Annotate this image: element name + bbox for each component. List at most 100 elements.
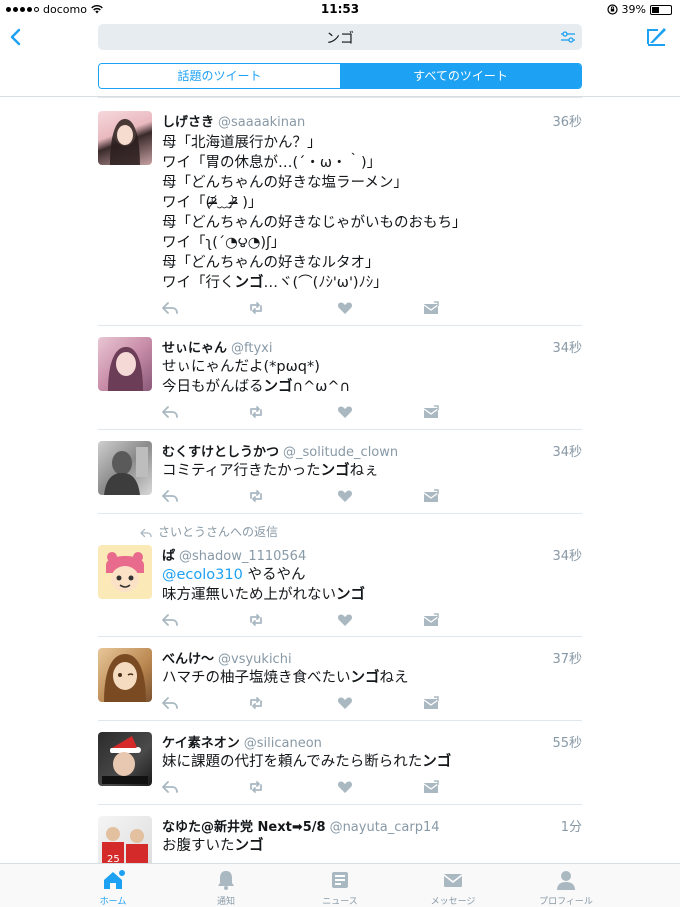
direct-message-button[interactable] <box>423 300 439 314</box>
reply-icon <box>162 406 178 418</box>
search-match-highlight: ンゴ <box>263 379 293 395</box>
tweet-item[interactable]: せぃにゃん @ftyxi 34秒 せぃにゃんだよ(*pωq*) 今日もがんばるンゴ∩… <box>0 325 680 429</box>
user-handle[interactable]: @saaaakinan <box>218 115 305 130</box>
like-icon <box>337 781 353 793</box>
tweet-header: ケイ素ネオン @silicaneon 55秒 <box>162 732 582 751</box>
divider <box>98 429 582 430</box>
user-handle[interactable]: @_solitude_clown <box>283 445 398 460</box>
like-button[interactable] <box>337 300 353 314</box>
retweet-button[interactable] <box>248 695 264 709</box>
user-name[interactable]: むくすけとしうかつ <box>162 445 279 460</box>
reply-button[interactable] <box>162 488 178 502</box>
tweet-actions <box>162 404 442 418</box>
text-segment: ねえ <box>379 670 409 686</box>
user-handle[interactable]: @vsyukichi <box>218 652 292 667</box>
retweet-icon <box>250 781 262 793</box>
tab-news[interactable]: ニュース <box>295 869 385 907</box>
tweet-item[interactable]: むくすけとしうかつ @_solitude_clown 34秒 コミティア行きたかっ… <box>0 429 680 513</box>
bell-icon <box>218 871 234 890</box>
like-button[interactable] <box>337 612 353 626</box>
avatar[interactable] <box>98 732 152 786</box>
direct-message-button[interactable] <box>423 488 439 502</box>
avatar[interactable] <box>98 648 152 702</box>
tweet-item[interactable]: べんけ〜 @vsyukichi 37秒 ハマチの柚子塩焼き食べたいンゴねえ <box>0 636 680 720</box>
envelope-icon <box>443 874 463 887</box>
search-match-highlight: ンゴ <box>336 587 365 603</box>
tab-profile[interactable]: プロフィール <box>521 869 611 907</box>
compose-tweet-button[interactable] <box>645 24 669 48</box>
tab-notifications[interactable]: 通知 <box>181 869 271 907</box>
tweet-item[interactable]: 25 なゆた@新井党 Next➡5/8 @nayuta_carp14 1分 お腹す… <box>0 804 680 863</box>
user-name[interactable]: なゆた@新井党 Next➡5/8 <box>162 820 326 835</box>
tweet-text-line: @ecolo310 やるやん <box>162 565 582 585</box>
tweet-text-line: ハマチの柚子塩焼き食べたいンゴねえ <box>162 668 582 688</box>
reply-button[interactable] <box>162 779 178 793</box>
direct-message-button[interactable] <box>423 695 439 709</box>
tweet-text: @ecolo310 やるやん 味方運無いため上がれないンゴ <box>162 565 582 605</box>
user-name[interactable]: ぱ <box>162 549 175 564</box>
tweet-time: 37秒 <box>552 652 582 667</box>
user-handle[interactable]: @shadow_1110564 <box>179 549 306 564</box>
user-handle[interactable]: @ftyxi <box>231 341 272 356</box>
text-segment: やるやん <box>242 567 306 583</box>
like-button[interactable] <box>337 404 353 418</box>
tweet-timeline[interactable]: しげさき @saaaakinan 36秒 母「北海道展行かん？」 ワイ「胃の休息が…… <box>0 97 680 863</box>
retweet-button[interactable] <box>248 779 264 793</box>
reply-button[interactable] <box>162 404 178 418</box>
text-segment: …ヾ(⌒(ﾉｼ'ω')ﾉｼ」 <box>263 275 388 291</box>
user-name[interactable]: しげさき <box>162 115 214 130</box>
user-name[interactable]: べんけ〜 <box>162 652 214 667</box>
user-name[interactable]: ケイ素ネオン <box>162 736 240 751</box>
user-handle[interactable]: @silicaneon <box>244 736 322 751</box>
search-field[interactable]: ンゴ <box>98 24 582 50</box>
avatar[interactable] <box>98 545 152 599</box>
tweet-text-line: 妹に課題の代打を頼んでみたら断られたンゴ <box>162 752 582 772</box>
avatar[interactable]: 25 <box>98 816 152 863</box>
tweet-text: ハマチの柚子塩焼き食べたいンゴねえ <box>162 668 582 688</box>
retweet-icon <box>250 406 262 418</box>
reply-context[interactable]: さいとうさんへの返信 <box>140 523 278 540</box>
like-icon <box>337 697 353 709</box>
like-icon <box>337 614 353 626</box>
direct-message-button[interactable] <box>423 779 439 793</box>
search-query: ンゴ <box>326 31 354 47</box>
retweet-button[interactable] <box>248 300 264 314</box>
avatar[interactable] <box>98 441 152 495</box>
tab-home[interactable]: ホーム <box>68 869 158 907</box>
direct-message-icon <box>423 405 439 418</box>
like-button[interactable] <box>337 488 353 502</box>
tab-messages[interactable]: メッセージ <box>408 869 498 907</box>
direct-message-button[interactable] <box>423 404 439 418</box>
retweet-icon <box>250 614 262 626</box>
reply-button[interactable] <box>162 695 178 709</box>
tweet-text: お腹すいたンゴ <box>162 836 582 856</box>
user-name[interactable]: せぃにゃん <box>162 341 227 356</box>
reply-button[interactable] <box>162 300 178 314</box>
divider <box>98 513 582 514</box>
tweet-actions <box>162 300 442 314</box>
direct-message-button[interactable] <box>423 612 439 626</box>
reply-context-text: さいとうさんへの返信 <box>158 525 279 539</box>
tweet-item[interactable]: ケイ素ネオン @silicaneon 55秒 妹に課題の代打を頼んでみたら断られた… <box>0 720 680 804</box>
tab-top-tweets[interactable]: 話題のツイート <box>99 64 340 88</box>
retweet-button[interactable] <box>248 404 264 418</box>
avatar[interactable] <box>98 337 152 391</box>
mention-link[interactable]: @ecolo310 <box>162 567 243 583</box>
tweet-item[interactable]: さいとうさんへの返信 ぱ @shadow_1110564 34秒 @ecolo31… <box>0 513 680 636</box>
tweet-item[interactable]: しげさき @saaaakinan 36秒 母「北海道展行かん？」 ワイ「胃の休息が…… <box>0 97 680 325</box>
like-button[interactable] <box>337 779 353 793</box>
tweet-header: なゆた@新井党 Next➡5/8 @nayuta_carp14 1分 <box>162 816 582 835</box>
tab-label: メッセージ <box>430 897 476 907</box>
retweet-button[interactable] <box>248 488 264 502</box>
tweet-actions <box>162 779 442 793</box>
user-handle[interactable]: @nayuta_carp14 <box>330 820 440 835</box>
tab-all-tweets[interactable]: すべてのツイート <box>340 64 581 88</box>
reply-icon <box>140 528 152 537</box>
reply-button[interactable] <box>162 612 178 626</box>
back-button[interactable] <box>6 24 26 50</box>
like-button[interactable] <box>337 695 353 709</box>
retweet-button[interactable] <box>248 612 264 626</box>
filter-settings-icon[interactable] <box>560 30 576 44</box>
avatar[interactable] <box>98 111 152 165</box>
tweet-header: べんけ〜 @vsyukichi 37秒 <box>162 648 582 667</box>
